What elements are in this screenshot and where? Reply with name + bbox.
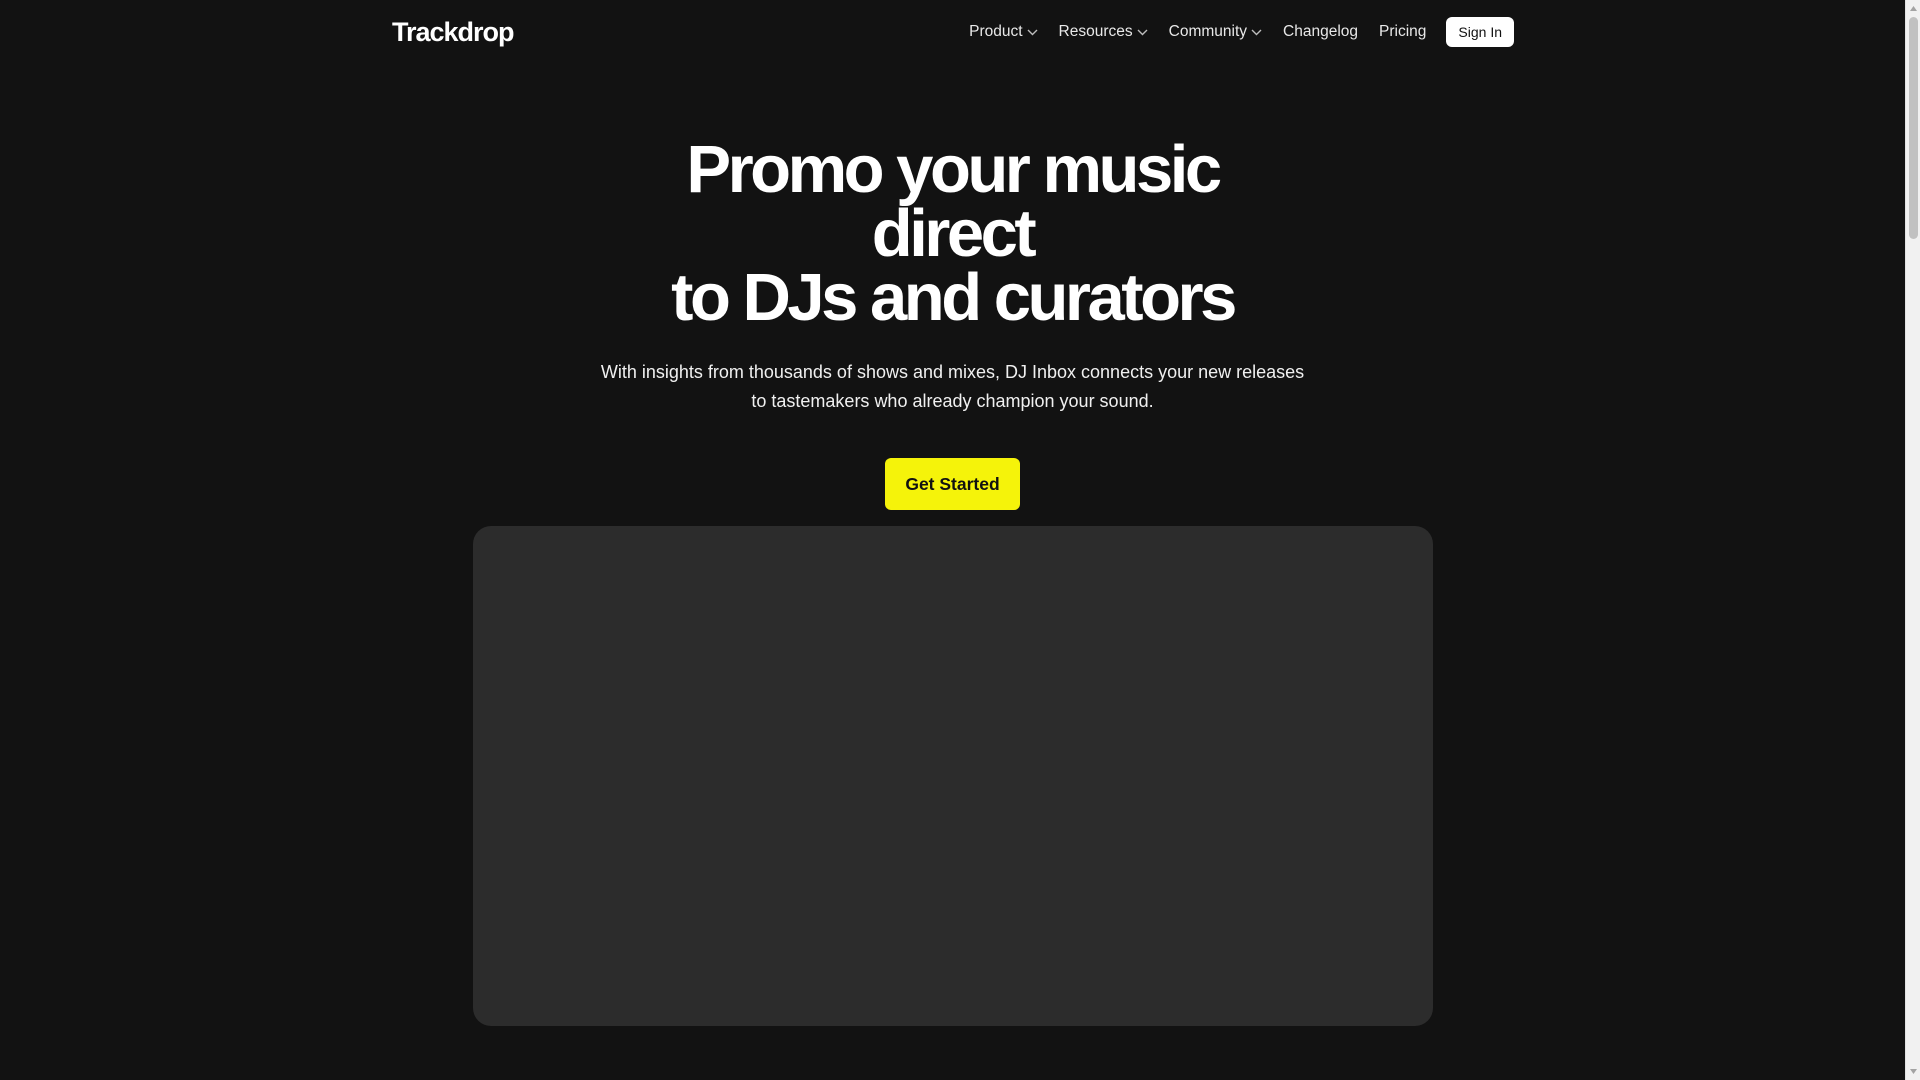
browser-viewport: Trackdrop Product Resources Community Ch… bbox=[0, 0, 1920, 1080]
nav-item-pricing[interactable]: Pricing bbox=[1379, 23, 1426, 41]
nav-item-label: Resources bbox=[1058, 23, 1133, 40]
nav-item-changelog[interactable]: Changelog bbox=[1283, 23, 1358, 41]
vertical-scrollbar[interactable] bbox=[1905, 0, 1920, 1080]
hero-section: Promo your music direct to DJs and curat… bbox=[0, 136, 1905, 510]
landing-page: Trackdrop Product Resources Community Ch… bbox=[0, 0, 1905, 1080]
nav-item-community[interactable]: Community bbox=[1169, 23, 1262, 41]
get-started-button[interactable]: Get Started bbox=[885, 458, 1020, 510]
nav-links: Product Resources Community Changelog Pr… bbox=[969, 17, 1514, 47]
chevron-down-icon bbox=[1251, 29, 1262, 36]
sign-in-button[interactable]: Sign In bbox=[1446, 17, 1514, 47]
hero-title: Promo your music direct to DJs and curat… bbox=[603, 136, 1303, 331]
scroll-up-arrow-icon[interactable] bbox=[1906, 0, 1920, 17]
hero-title-line-2: to DJs and curators bbox=[671, 260, 1237, 335]
nav-item-label: Community bbox=[1168, 23, 1248, 40]
brand-logo[interactable]: Trackdrop bbox=[392, 17, 515, 48]
top-navigation: Trackdrop Product Resources Community Ch… bbox=[392, 14, 1514, 50]
hero-media-panel bbox=[473, 526, 1433, 1026]
nav-item-product[interactable]: Product bbox=[969, 23, 1038, 41]
chevron-down-icon bbox=[1027, 29, 1038, 36]
scroll-down-arrow-icon[interactable] bbox=[1906, 1063, 1920, 1080]
scrollbar-thumb[interactable] bbox=[1909, 17, 1918, 239]
chevron-down-icon bbox=[1137, 29, 1148, 36]
nav-item-label: Product bbox=[969, 23, 1023, 40]
hero-subtitle: With insights from thousands of shows an… bbox=[600, 362, 1305, 411]
nav-item-resources[interactable]: Resources bbox=[1059, 23, 1148, 41]
hero-title-line-1: Promo your music direct bbox=[686, 132, 1222, 271]
